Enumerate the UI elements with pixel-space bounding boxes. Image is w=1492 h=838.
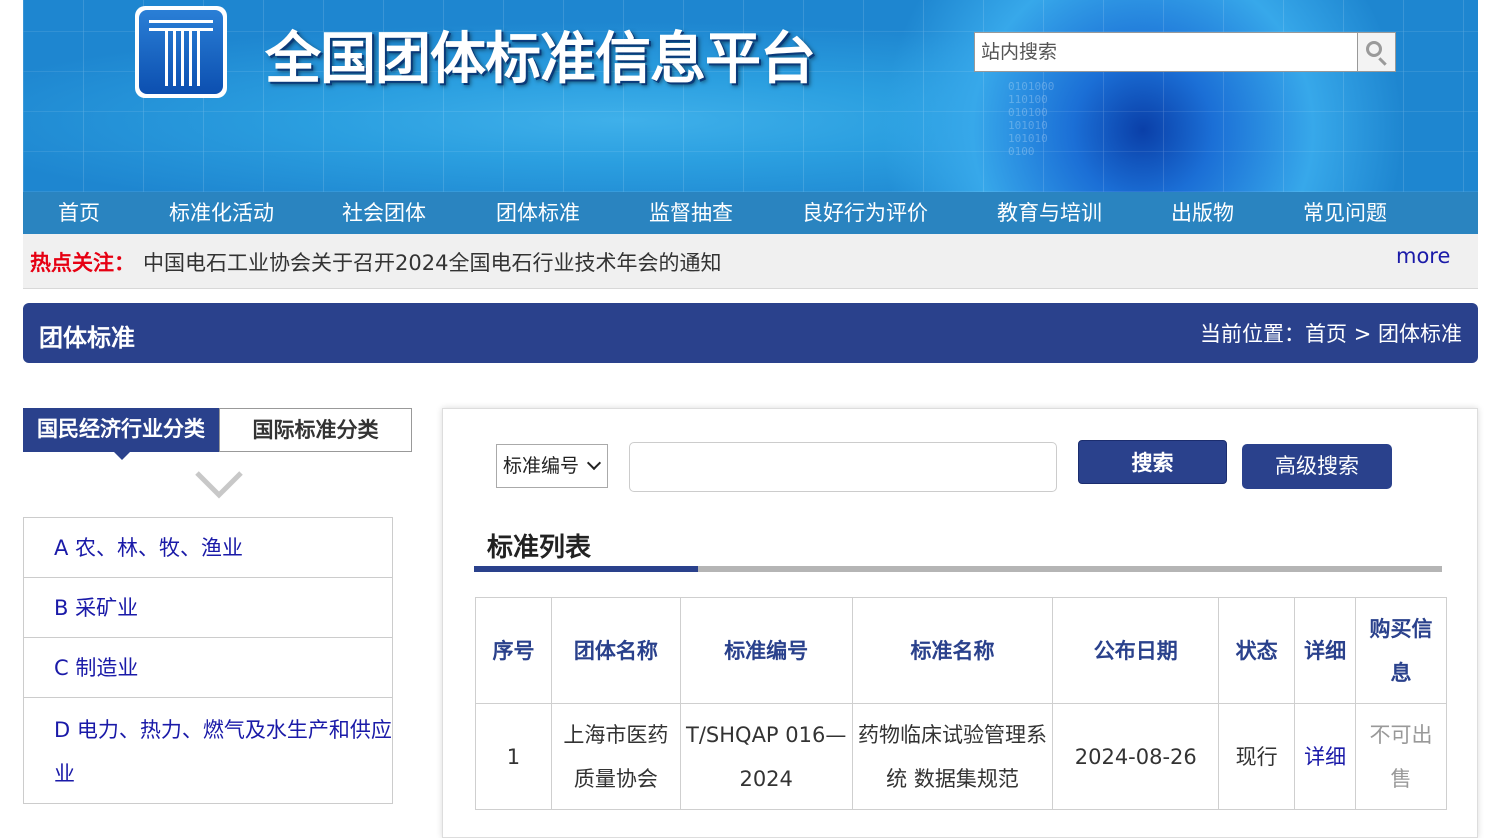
- category-list: A 农、林、牧、渔业 B 采矿业 C 制造业 D 电力、热力、燃气及水生产和供应…: [23, 517, 393, 804]
- binary-line: 110100: [1008, 93, 1048, 106]
- list-title-underline-accent: [474, 566, 698, 572]
- nav-item-publications[interactable]: 出版物: [1171, 192, 1234, 234]
- site-search-input[interactable]: [975, 33, 1357, 71]
- column-header: 团体名称: [550, 597, 681, 704]
- logo-stroke: [173, 28, 176, 86]
- table-header-row: 序号 团体名称 标准编号 标准名称 公布日期 状态 详细 购买信息: [475, 597, 1447, 704]
- nav-item-education[interactable]: 教育与培训: [997, 192, 1102, 234]
- logo-emblem-icon: [139, 10, 223, 94]
- binary-line: 010100: [1008, 106, 1048, 119]
- hot-news-link[interactable]: 中国电石工业协会关于召开2024全国电石行业技术年会的通知: [143, 247, 721, 277]
- nav-item-faq[interactable]: 常见问题: [1303, 192, 1387, 234]
- binary-line: 101010: [1008, 119, 1048, 132]
- column-header: 详细: [1294, 597, 1357, 704]
- site-title: 全国团体标准信息平台: [265, 27, 816, 92]
- column-header: 购买信息: [1355, 597, 1447, 704]
- search-field-select-value: 标准编号: [503, 455, 580, 477]
- nav-item-supervision[interactable]: 监督抽查: [649, 192, 733, 234]
- nav-item-good-conduct[interactable]: 良好行为评价: [802, 192, 928, 234]
- column-header: 序号: [475, 597, 552, 704]
- logo-stroke: [149, 20, 213, 23]
- cell-purchase-info: 不可出售: [1355, 703, 1447, 810]
- more-link[interactable]: more: [1396, 244, 1450, 268]
- binary-line: 101010: [1008, 132, 1048, 145]
- cell-status: 现行: [1218, 703, 1296, 810]
- nav-item-home[interactable]: 首页: [58, 192, 100, 234]
- site-logo[interactable]: [135, 6, 227, 98]
- advanced-search-button[interactable]: 高级搜索: [1242, 444, 1392, 489]
- site-search-button[interactable]: [1358, 32, 1396, 72]
- category-item-b[interactable]: B 采矿业: [24, 578, 392, 638]
- keyword-input[interactable]: [629, 442, 1057, 492]
- cell-standard-name: 药物临床试验管理系统 数据集规范: [851, 703, 1054, 810]
- search-icon: [1366, 41, 1382, 57]
- standards-panel: 标准编号 搜索 高级搜索 标准列表 序号 团体名称 标准编号 标准名称 公布日期…: [442, 408, 1478, 838]
- header-banner: 0101000 110100 010100 101010 101010 0100…: [23, 0, 1478, 192]
- cell-publish-date: 2024-08-26: [1052, 703, 1220, 810]
- table-row: 1 上海市医药质量协会 T/SHQAP 016—2024 药物临床试验管理系统 …: [475, 703, 1447, 810]
- section-title-bar: 团体标准 当前位置：首页 > 团体标准: [23, 303, 1478, 363]
- logo-stroke: [181, 28, 184, 86]
- standards-table: 序号 团体名称 标准编号 标准名称 公布日期 状态 详细 购买信息 1 上海市医…: [475, 597, 1447, 810]
- category-item-c[interactable]: C 制造业: [24, 638, 392, 698]
- tab-international-standard-classification[interactable]: 国际标准分类: [219, 408, 412, 452]
- category-item-a[interactable]: A 农、林、牧、渔业: [24, 518, 392, 578]
- column-header: 标准名称: [851, 597, 1054, 704]
- tab-national-economy-classification[interactable]: 国民经济行业分类: [23, 408, 219, 452]
- list-title: 标准列表: [487, 533, 592, 563]
- cell-organization: 上海市医药质量协会: [550, 703, 681, 810]
- category-item-d[interactable]: D 电力、热力、燃气及水生产和供应业: [24, 698, 392, 804]
- page-title: 团体标准: [39, 324, 135, 352]
- nav-item-group-standards[interactable]: 团体标准: [496, 192, 580, 234]
- search-button[interactable]: 搜索: [1078, 440, 1227, 484]
- search-icon-handle: [1378, 57, 1387, 66]
- column-header: 状态: [1218, 597, 1296, 704]
- logo-stroke: [189, 28, 192, 86]
- logo-stroke: [165, 28, 168, 86]
- cell-index: 1: [475, 703, 552, 810]
- binary-line: 0100: [1008, 145, 1035, 158]
- site-search-box: [974, 32, 1358, 72]
- breadcrumb: 当前位置：首页 > 团体标准: [1200, 322, 1462, 346]
- column-header: 标准编号: [679, 597, 853, 704]
- nav-item-standardization-activities[interactable]: 标准化活动: [169, 192, 274, 234]
- nav-item-social-groups[interactable]: 社会团体: [342, 192, 426, 234]
- banner-binary-decoration: 0101000 110100 010100 101010 101010 0100: [1008, 80, 1054, 158]
- binary-line: 0101000: [1008, 80, 1055, 93]
- detail-link[interactable]: 详细: [1294, 703, 1357, 810]
- chevron-down-icon[interactable]: [195, 470, 243, 500]
- main-nav: 首页 标准化活动 社会团体 团体标准 监督抽查 良好行为评价 教育与培训 出版物…: [23, 192, 1478, 234]
- hot-label: 热点关注：: [30, 251, 135, 275]
- active-tab-pointer: [114, 452, 130, 460]
- search-field-select[interactable]: 标准编号: [496, 444, 608, 488]
- cell-standard-number: T/SHQAP 016—2024: [679, 703, 853, 810]
- hot-news-bar: 热点关注： 中国电石工业协会关于召开2024全国电石行业技术年会的通知 more: [23, 234, 1478, 289]
- logo-stroke: [197, 28, 200, 86]
- chevron-down-icon: [586, 455, 602, 471]
- column-header: 公布日期: [1052, 597, 1220, 704]
